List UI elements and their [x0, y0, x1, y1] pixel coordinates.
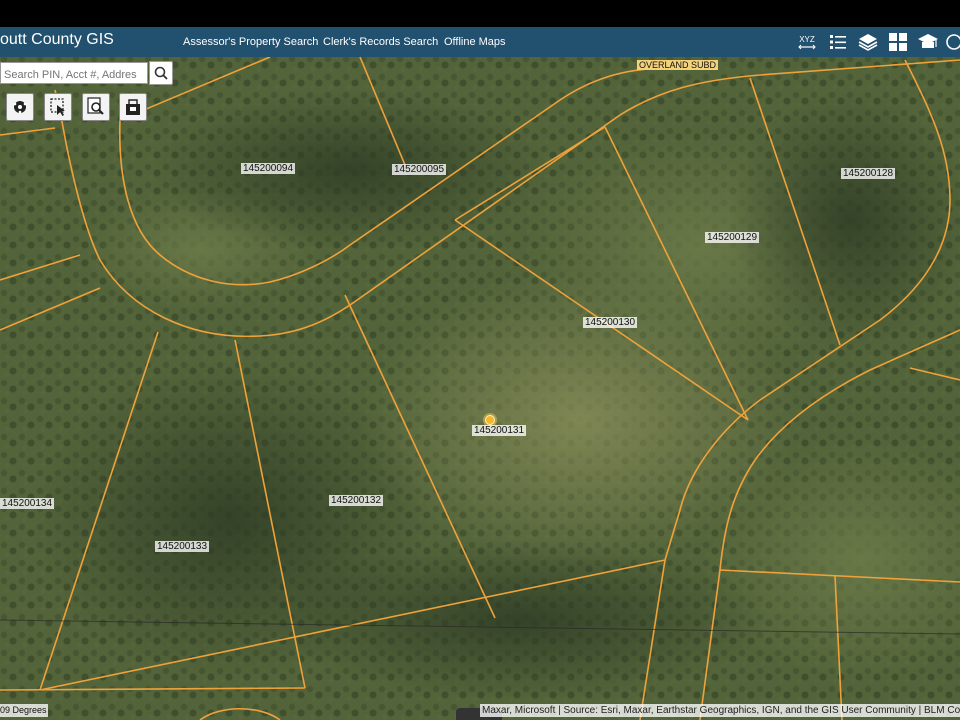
- xyz-coordinates-icon[interactable]: XYZ: [796, 32, 818, 52]
- scale-readout: 09 Degrees: [0, 704, 48, 717]
- assessors-property-search-link[interactable]: Assessor's Property Search: [183, 36, 318, 48]
- parcel-label[interactable]: 145200094: [241, 163, 296, 174]
- map-canvas[interactable]: [0, 57, 960, 720]
- parcel-label[interactable]: 145200129: [705, 232, 760, 243]
- search-input[interactable]: [0, 62, 148, 84]
- parcel-label[interactable]: 145200095: [392, 164, 447, 175]
- more-icon[interactable]: [945, 32, 960, 52]
- xyz-text: XYZ: [799, 35, 815, 44]
- print-bag-icon: [126, 99, 140, 115]
- legend-list-icon[interactable]: [827, 32, 849, 52]
- query-tool-icon: [87, 97, 104, 115]
- app-title: outt County GIS: [0, 31, 114, 48]
- aerial-map[interactable]: 145200094 145200095 145200128 145200129 …: [0, 57, 960, 720]
- subdivision-label: OVERLAND SUBD: [637, 60, 719, 70]
- parcel-label[interactable]: 145200132: [329, 495, 384, 506]
- identify-tool-button[interactable]: [6, 93, 34, 121]
- parcel-label[interactable]: 145200134: [0, 498, 55, 509]
- app-header: outt County GIS Assessor's Property Sear…: [0, 27, 960, 57]
- identify-tool-icon: [13, 101, 27, 114]
- parcel-label[interactable]: 145200133: [155, 541, 210, 552]
- search-icon: [154, 66, 168, 80]
- map-attribution: Maxar, Microsoft | Source: Esri, Maxar, …: [480, 704, 960, 717]
- select-tool-button[interactable]: [44, 93, 72, 121]
- parcel-label[interactable]: 145200128: [841, 168, 896, 179]
- offline-maps-link[interactable]: Offline Maps: [444, 36, 506, 48]
- select-tool-icon: [50, 98, 65, 116]
- clerks-records-search-link[interactable]: Clerk's Records Search: [323, 36, 438, 48]
- basemap-gallery-icon[interactable]: [887, 32, 909, 52]
- search-button[interactable]: [149, 61, 173, 85]
- parcel-label[interactable]: 145200131: [472, 425, 527, 436]
- print-bag-button[interactable]: [119, 93, 147, 121]
- layers-icon[interactable]: [857, 32, 879, 52]
- query-tool-button[interactable]: [82, 93, 110, 121]
- browser-top-bar: [0, 0, 960, 27]
- print-icon[interactable]: [917, 32, 939, 52]
- parcel-label[interactable]: 145200130: [583, 317, 638, 328]
